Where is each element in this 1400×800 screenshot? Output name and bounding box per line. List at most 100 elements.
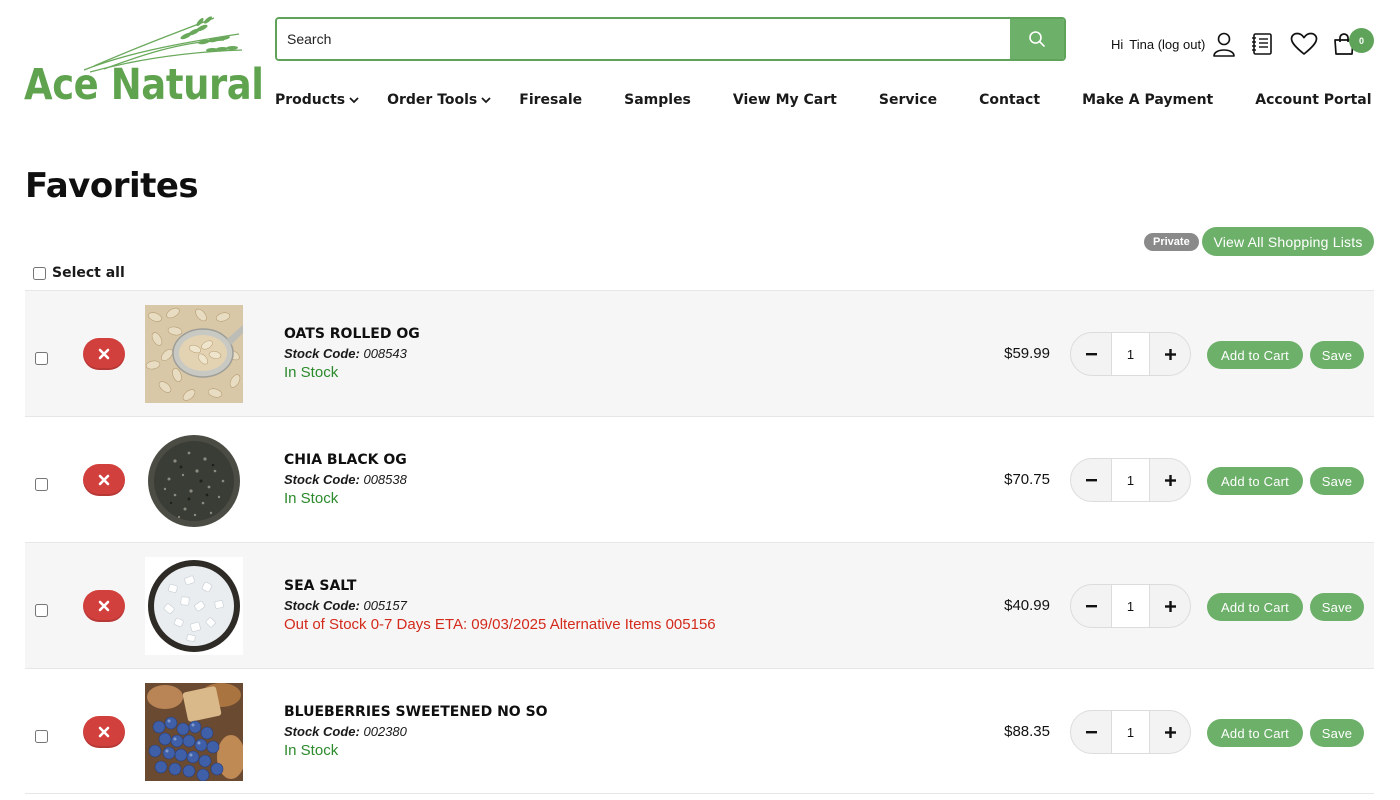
quantity-stepper — [1070, 332, 1191, 376]
row-checkbox[interactable] — [35, 352, 48, 365]
increase-quantity-button[interactable] — [1150, 333, 1190, 375]
remove-item-button[interactable] — [83, 590, 125, 622]
search-bar — [275, 17, 1066, 61]
nav-firesale[interactable]: Firesale — [519, 92, 582, 108]
add-to-cart-button[interactable]: Add to Cart — [1207, 719, 1303, 747]
product-name[interactable]: SEA SALT — [284, 578, 716, 594]
product-price: $88.35 — [1004, 723, 1050, 740]
save-button[interactable]: Save — [1310, 719, 1364, 747]
favorite-row: CHIA BLACK OG Stock Code: 008538 In Stoc… — [25, 416, 1374, 542]
add-to-cart-button[interactable]: Add to Cart — [1207, 341, 1303, 369]
increase-quantity-button[interactable] — [1150, 711, 1190, 753]
nav-label: View My Cart — [732, 92, 837, 108]
page-title: Favorites — [25, 166, 199, 206]
product-image-chia-seeds[interactable] — [145, 431, 243, 529]
select-all-checkbox[interactable] — [33, 266, 46, 280]
stock-code: Stock Code: 008538 — [284, 472, 407, 487]
main-nav: Products Order Tools Firesale Samples Vi… — [275, 89, 1372, 111]
nav-products[interactable]: Products — [275, 92, 359, 108]
stock-code: Stock Code: 005157 — [284, 598, 716, 613]
order-list-icon — [1252, 33, 1273, 55]
stock-code-value: 002380 — [363, 724, 407, 739]
product-image-blueberries[interactable] — [145, 683, 243, 781]
greeting-hi: Hi — [1111, 36, 1124, 52]
product-price: $70.75 — [1004, 471, 1050, 488]
nav-label: Order Tools — [387, 92, 478, 108]
product-price: $40.99 — [1004, 597, 1050, 614]
nav-account-portal[interactable]: Account Portal — [1255, 92, 1371, 108]
remove-item-button[interactable] — [83, 338, 125, 370]
increase-quantity-button[interactable] — [1150, 459, 1190, 501]
increase-quantity-button[interactable] — [1150, 585, 1190, 627]
nav-make-a-payment[interactable]: Make A Payment — [1082, 92, 1213, 108]
nav-label: Make A Payment — [1082, 92, 1214, 108]
product-image-rolled-oats[interactable] — [145, 305, 243, 403]
nav-order-tools[interactable]: Order Tools — [387, 92, 491, 108]
decrease-quantity-button[interactable] — [1071, 585, 1111, 627]
save-button[interactable]: Save — [1310, 467, 1364, 495]
close-icon — [98, 600, 110, 612]
nav-label: Products — [275, 92, 346, 108]
logout-link[interactable]: Tina (log out) — [1129, 37, 1205, 52]
decrease-quantity-button[interactable] — [1071, 333, 1111, 375]
stock-code-value: 008538 — [363, 472, 407, 487]
product-info: SEA SALT Stock Code: 005157 Out of Stock… — [284, 578, 716, 633]
nav-label: Firesale — [519, 92, 583, 108]
favorites-list: OATS ROLLED OG Stock Code: 008543 In Sto… — [25, 290, 1374, 794]
nav-view-my-cart[interactable]: View My Cart — [733, 92, 837, 108]
remove-item-button[interactable] — [83, 716, 125, 748]
nav-samples[interactable]: Samples — [624, 92, 691, 108]
plus-icon — [1164, 726, 1176, 738]
close-icon — [98, 726, 110, 738]
product-name[interactable]: BLUEBERRIES SWEETENED NO SO — [284, 704, 548, 720]
view-all-shopping-lists-button[interactable]: View All Shopping Lists — [1202, 227, 1374, 256]
favorites-button[interactable] — [1290, 32, 1318, 56]
add-to-cart-button[interactable]: Add to Cart — [1207, 593, 1303, 621]
user-greeting: Hi Tina (log out) — [1111, 37, 1205, 52]
select-all[interactable]: Select all — [33, 265, 125, 281]
search-input[interactable] — [277, 19, 1010, 59]
product-info: BLUEBERRIES SWEETENED NO SO Stock Code: … — [284, 704, 548, 759]
product-name[interactable]: OATS ROLLED OG — [284, 326, 420, 342]
minus-icon — [1085, 730, 1097, 733]
plus-icon — [1164, 348, 1176, 360]
quantity-input[interactable] — [1111, 585, 1150, 627]
decrease-quantity-button[interactable] — [1071, 711, 1111, 753]
add-to-cart-button[interactable]: Add to Cart — [1207, 467, 1303, 495]
quantity-input[interactable] — [1111, 711, 1150, 753]
quantity-stepper — [1070, 710, 1191, 754]
product-price: $59.99 — [1004, 345, 1050, 362]
close-icon — [98, 474, 110, 486]
nav-service[interactable]: Service — [879, 92, 937, 108]
product-info: OATS ROLLED OG Stock Code: 008543 In Sto… — [284, 326, 420, 381]
row-checkbox[interactable] — [35, 730, 48, 743]
save-button[interactable]: Save — [1310, 341, 1364, 369]
row-checkbox[interactable] — [35, 604, 48, 617]
close-icon — [98, 348, 110, 360]
quantity-stepper — [1070, 584, 1191, 628]
nav-contact[interactable]: Contact — [979, 92, 1040, 108]
stock-code-label: Stock Code: — [284, 472, 360, 487]
order-list-button[interactable] — [1251, 32, 1273, 56]
product-image-sea-salt[interactable] — [145, 557, 243, 655]
remove-item-button[interactable] — [83, 464, 125, 496]
decrease-quantity-button[interactable] — [1071, 459, 1111, 501]
minus-icon — [1085, 478, 1097, 481]
search-icon — [1029, 31, 1045, 47]
site-logo[interactable]: Ace Natural — [24, 14, 264, 110]
row-checkbox[interactable] — [35, 478, 48, 491]
chevron-down-icon — [349, 96, 359, 103]
nav-label: Contact — [979, 92, 1041, 108]
favorite-row: BLUEBERRIES SWEETENED NO SO Stock Code: … — [25, 668, 1374, 794]
product-name[interactable]: CHIA BLACK OG — [284, 452, 407, 468]
search-button[interactable] — [1010, 19, 1064, 59]
chevron-down-icon — [481, 96, 491, 103]
logo-text: Ace Natural — [24, 60, 264, 110]
quantity-input[interactable] — [1111, 333, 1150, 375]
quantity-input[interactable] — [1111, 459, 1150, 501]
account-button[interactable] — [1212, 31, 1236, 57]
stock-code: Stock Code: 002380 — [284, 724, 548, 739]
stock-code-label: Stock Code: — [284, 346, 360, 361]
product-info: CHIA BLACK OG Stock Code: 008538 In Stoc… — [284, 452, 407, 507]
save-button[interactable]: Save — [1310, 593, 1364, 621]
